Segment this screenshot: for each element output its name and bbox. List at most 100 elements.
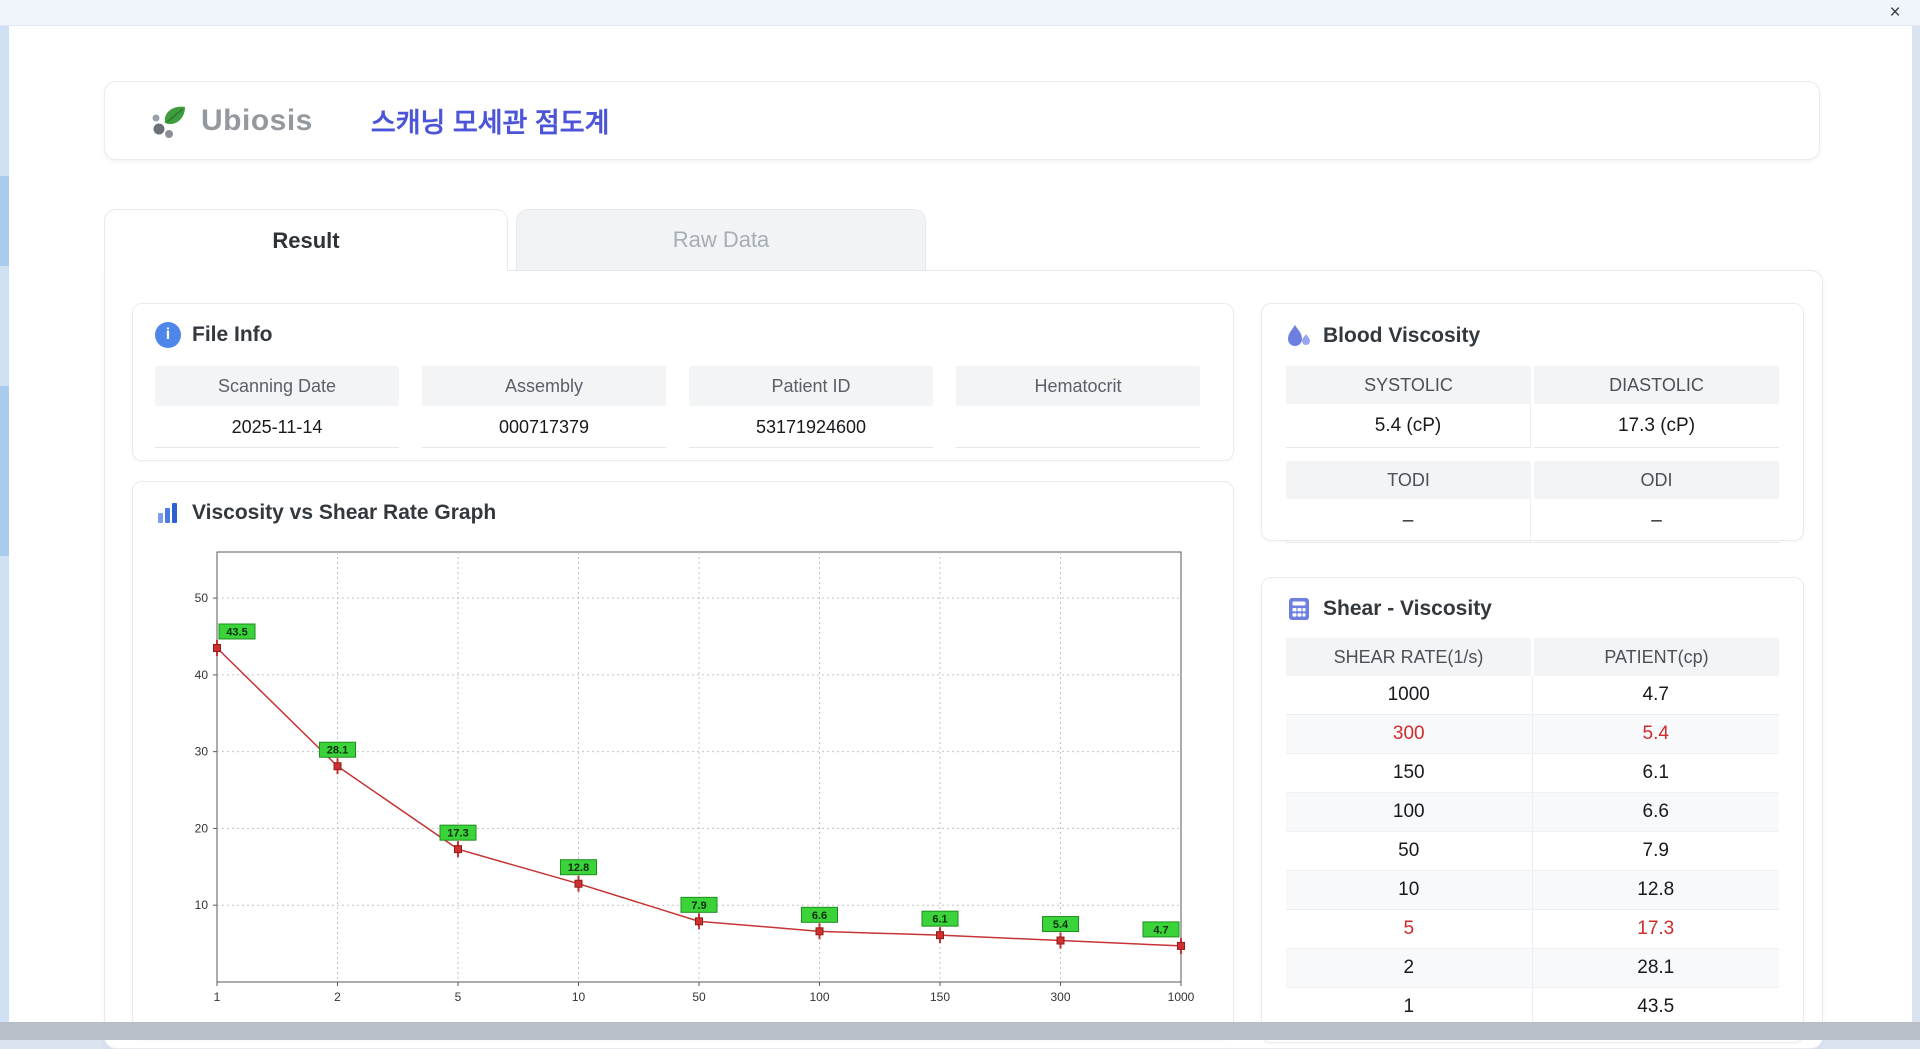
chart-area: 10 20 30 40 50 1 2 5 10 50 100 150 300 1000 43.5 28.1 17…	[169, 530, 1211, 1027]
bv-header-cell: ODI	[1534, 461, 1779, 499]
app-window: Ubiosis 스캐닝 모세관 점도계 Result Raw Data i Fi…	[9, 26, 1912, 1049]
field-label: Hematocrit	[956, 366, 1200, 406]
table-row: 1000 4.7	[1286, 676, 1779, 715]
table-row: 5 17.3	[1286, 910, 1779, 949]
svg-text:100: 100	[809, 990, 829, 1004]
graph-title-text: Viscosity vs Shear Rate Graph	[192, 501, 497, 524]
table-cell: 4.7	[1642, 684, 1669, 705]
table-cell: 6.1	[1642, 762, 1669, 783]
blood-viscosity-table: SYSTOLIC DIASTOLIC 5.4 (cP) 17.3 (cP) TODI OD…	[1286, 366, 1779, 543]
svg-text:6.6: 6.6	[812, 910, 827, 922]
table-row: 300 5.4	[1286, 715, 1779, 754]
blood-viscosity-card: Blood Viscosity SYSTOLIC DIASTOLIC 5.4 (cP…	[1261, 303, 1804, 543]
bv-header-cell: TODI	[1286, 461, 1531, 499]
svg-text:43.5: 43.5	[226, 626, 247, 638]
tab-bar: Result Raw Data	[104, 209, 926, 271]
info-icon: i	[155, 322, 181, 348]
logo-text: Ubiosis	[201, 103, 313, 137]
background-window-strip-patch	[0, 386, 9, 556]
file-info-field: Scanning Date 2025-11-14	[155, 366, 399, 448]
svg-text:1: 1	[214, 990, 221, 1004]
file-info-title-text: File Info	[192, 323, 273, 346]
field-label: Scanning Date	[155, 366, 399, 406]
field-value: 53171924600	[689, 406, 933, 448]
table-row: 150 6.1	[1286, 754, 1779, 793]
field-value: 2025-11-14	[155, 406, 399, 448]
svg-text:2: 2	[334, 990, 341, 1004]
file-info-field: Hematocrit	[956, 366, 1200, 448]
table-cell: 1000	[1286, 676, 1533, 714]
table-cell: 2	[1286, 949, 1533, 987]
table-cell: 43.5	[1637, 996, 1675, 1017]
table-cell: 150	[1286, 754, 1533, 792]
file-info-title: i File Info	[155, 322, 1211, 348]
svg-text:12.8: 12.8	[568, 862, 589, 874]
table-row: 50 7.9	[1286, 832, 1779, 871]
bv-value-cell: 5.4 (cP)	[1286, 404, 1531, 448]
svg-text:50: 50	[692, 990, 706, 1004]
blood-viscosity-title-text: Blood Viscosity	[1323, 324, 1481, 347]
shear-viscosity-title: Shear - Viscosity	[1286, 596, 1779, 622]
table-cell: 5	[1286, 910, 1533, 948]
shear-viscosity-card: Shear - Viscosity SHEAR RATE(1/s) PATIENT…	[1261, 577, 1804, 1043]
table-cell: 50	[1286, 832, 1533, 870]
table-cell: 6.6	[1642, 801, 1669, 822]
table-cell: 300	[1286, 715, 1533, 753]
svg-text:10: 10	[572, 990, 586, 1004]
table-row: 100 6.6	[1286, 793, 1779, 832]
page-title: 스캐닝 모세관 점도계	[370, 108, 610, 138]
table-cell: 5.4	[1642, 723, 1669, 744]
file-info-field: Assembly 000717379	[422, 366, 666, 448]
svg-text:1000: 1000	[1168, 990, 1195, 1004]
svg-text:28.1: 28.1	[327, 745, 348, 757]
tab-result[interactable]: Result	[104, 209, 508, 271]
table-cell: 12.8	[1637, 879, 1675, 900]
sv-column-header: PATIENT(cp)	[1534, 638, 1779, 676]
blood-drop-icon	[1288, 325, 1310, 346]
svg-text:7.9: 7.9	[691, 900, 706, 912]
table-cell: 10	[1286, 871, 1533, 909]
ubiosis-logo-icon	[152, 106, 185, 138]
file-info-field: Patient ID 53171924600	[689, 366, 933, 448]
app-header: Ubiosis 스캐닝 모세관 점도계	[104, 81, 1820, 160]
window-titlebar: ×	[0, 0, 1920, 26]
field-value: 000717379	[422, 406, 666, 448]
svg-text:4.7: 4.7	[1153, 924, 1168, 936]
bv-header-cell: DIASTOLIC	[1534, 366, 1779, 404]
file-info-fields: Scanning Date 2025-11-14 Assembly 000717379…	[155, 366, 1211, 448]
table-cell: 7.9	[1642, 840, 1669, 861]
bv-value-cell: –	[1534, 499, 1779, 543]
table-row: 10 12.8	[1286, 871, 1779, 910]
table-row: 2 28.1	[1286, 949, 1779, 988]
svg-text:5.4: 5.4	[1053, 919, 1069, 931]
bv-value-cell: –	[1286, 499, 1531, 543]
background-window-strip-patch	[0, 176, 9, 266]
svg-text:150: 150	[930, 990, 950, 1004]
main-panel: i File Info Scanning Date 2025-11-14 Assem…	[104, 270, 1823, 1049]
ubiosis-logo: Ubiosis	[149, 101, 313, 141]
graph-title: Viscosity vs Shear Rate Graph	[155, 500, 1211, 526]
viscosity-shear-chart: 10 20 30 40 50 1 2 5 10 50 100 150 300 1000 43.5 28.1 17…	[195, 551, 1195, 1004]
bv-value-cell: 17.3 (cP)	[1534, 404, 1779, 448]
close-icon[interactable]: ×	[1884, 2, 1906, 24]
table-cell: 17.3	[1637, 918, 1675, 939]
sv-column-header: SHEAR RATE(1/s)	[1286, 638, 1531, 676]
svg-text:5: 5	[455, 990, 462, 1004]
svg-text:40: 40	[195, 668, 209, 682]
svg-text:50: 50	[195, 591, 209, 605]
field-label: Assembly	[422, 366, 666, 406]
background-window-strip	[0, 26, 9, 1022]
blood-viscosity-title: Blood Viscosity	[1286, 322, 1779, 350]
bv-header-cell: SYSTOLIC	[1286, 366, 1531, 404]
graph-card: Viscosity vs Shear Rate Graph 10 20 30 40 50…	[132, 481, 1234, 1039]
field-value	[956, 406, 1200, 448]
svg-text:300: 300	[1050, 990, 1070, 1004]
svg-text:20: 20	[195, 821, 209, 835]
file-info-card: i File Info Scanning Date 2025-11-14 Assem…	[132, 303, 1234, 461]
tab-raw-data[interactable]: Raw Data	[516, 209, 926, 270]
svg-text:6.1: 6.1	[932, 914, 947, 926]
field-label: Patient ID	[689, 366, 933, 406]
svg-text:17.3: 17.3	[447, 828, 468, 840]
svg-text:10: 10	[195, 898, 209, 912]
shear-viscosity-title-text: Shear - Viscosity	[1323, 597, 1492, 620]
